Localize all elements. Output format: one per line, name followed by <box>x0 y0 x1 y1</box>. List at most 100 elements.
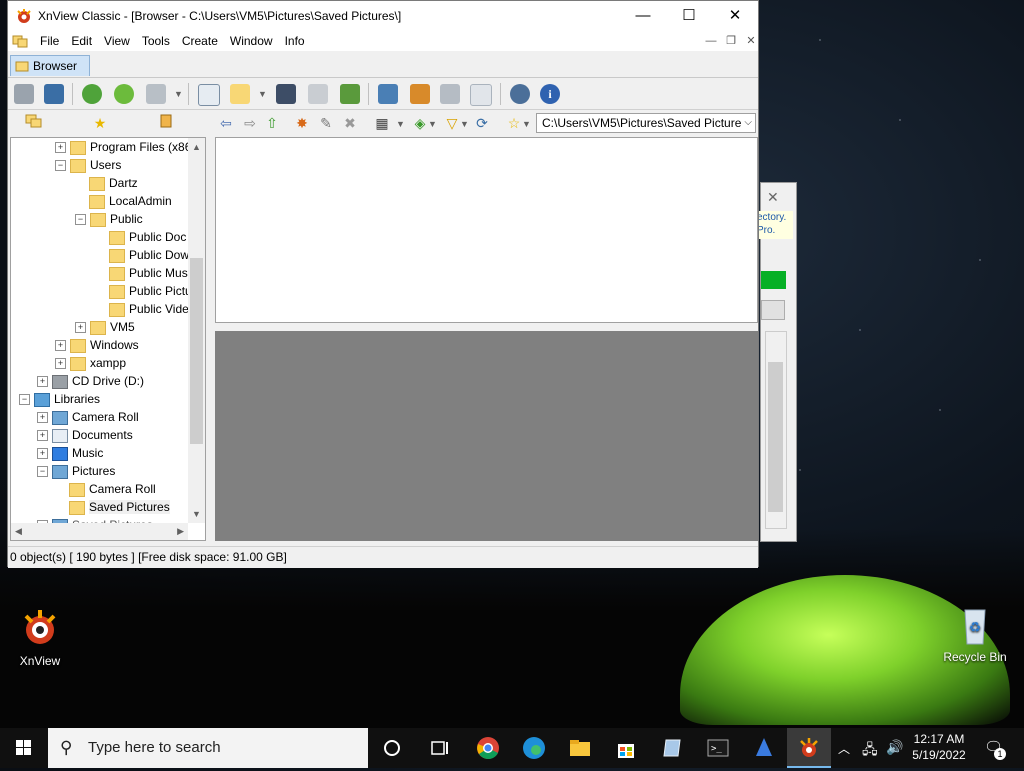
tree-item[interactable]: + Program Files (x86 <box>55 138 191 156</box>
settings-gear-icon[interactable] <box>508 82 532 106</box>
network-icon[interactable]: 🖧 <box>862 739 878 763</box>
tree-item[interactable]: Public Mus <box>109 264 188 282</box>
delete-icon[interactable]: ✖ <box>340 113 360 133</box>
expand-icon[interactable]: + <box>75 322 86 334</box>
expand-icon[interactable]: + <box>55 340 66 352</box>
rename-icon[interactable]: ✎ <box>316 113 336 133</box>
terminal-icon[interactable]: >_ <box>706 736 730 760</box>
compare-icon[interactable] <box>438 82 462 106</box>
menu-create[interactable]: Create <box>176 31 224 51</box>
volume-icon[interactable]: 🔊 <box>886 739 903 756</box>
chevron-down-icon[interactable]: ⌵ <box>744 114 752 132</box>
scroll-right-icon[interactable]: ▶ <box>177 526 184 537</box>
tree-item[interactable]: + Camera Roll <box>37 408 139 426</box>
app-blue-icon[interactable] <box>752 736 776 760</box>
chevron-down-icon[interactable]: ▼ <box>396 119 405 129</box>
chevron-down-icon[interactable]: ▼ <box>522 119 531 129</box>
tab-browser[interactable]: Browser <box>10 55 90 76</box>
cortana-icon[interactable] <box>380 736 404 760</box>
forward-arrow-icon[interactable]: ⇨ <box>240 113 260 133</box>
menu-window[interactable]: Window <box>224 31 279 51</box>
tree-item[interactable]: + VM5 <box>75 318 135 336</box>
folders-tab-icon[interactable] <box>24 113 44 133</box>
chrome-icon[interactable] <box>476 736 500 760</box>
find-icon[interactable] <box>274 82 298 106</box>
acquire-icon[interactable] <box>144 82 168 106</box>
browser-menu-icon[interactable] <box>12 34 32 48</box>
tree-item[interactable]: + CD Drive (D:) <box>37 372 144 390</box>
clock[interactable]: 12:17 AM 5/19/2022 <box>906 731 972 763</box>
close-icon[interactable]: ✕ <box>767 189 779 206</box>
tree-item[interactable]: Public Doc <box>109 228 186 246</box>
tree-item[interactable]: − Libraries <box>19 390 100 408</box>
chevron-down-icon[interactable]: ▼ <box>428 119 437 129</box>
tree-item[interactable]: Public Dow <box>109 246 189 264</box>
tree-item[interactable]: Camera Roll <box>69 480 156 498</box>
tree-horizontal-scrollbar[interactable]: ◀ ▶ <box>11 523 188 540</box>
tree-item[interactable]: + xampp <box>55 354 126 372</box>
scroll-up-icon[interactable]: ▲ <box>192 142 201 152</box>
title-bar[interactable]: XnView Classic - [Browser - C:\Users\VM5… <box>8 1 758 31</box>
menu-file[interactable]: File <box>34 31 65 51</box>
tree-item[interactable]: − Pictures <box>37 462 115 480</box>
fit-window-icon[interactable] <box>42 82 66 106</box>
print-icon[interactable] <box>306 82 330 106</box>
path-combobox[interactable]: C:\Users\VM5\Pictures\Saved Picture ⌵ <box>536 113 756 133</box>
tree-vertical-scrollbar[interactable]: ▲ ▼ <box>188 138 205 523</box>
expand-icon[interactable]: + <box>37 376 48 388</box>
desktop-icon-xnview[interactable]: XnView <box>0 606 80 668</box>
dialog-button[interactable] <box>761 300 785 320</box>
desktop-icon-recycle-bin[interactable]: ♻ Recycle Bin <box>935 602 1015 664</box>
screen-capture-icon[interactable] <box>376 82 400 106</box>
maximize-button[interactable]: ☐ <box>666 1 712 31</box>
tree-item[interactable]: − Users <box>55 156 121 174</box>
info-icon[interactable]: i <box>538 82 562 106</box>
task-view-icon[interactable] <box>428 736 452 760</box>
menu-tools[interactable]: Tools <box>136 31 176 51</box>
chevron-up-icon[interactable]: ︿ <box>838 740 850 757</box>
scroll-thumb[interactable] <box>190 258 203 444</box>
expand-icon[interactable]: + <box>37 448 48 460</box>
folder-tree[interactable]: + Program Files (x86 − Users Dartz LocalAd… <box>10 137 206 541</box>
categories-tab-icon[interactable] <box>156 113 176 133</box>
tree-item[interactable]: + Music <box>37 444 103 462</box>
expand-icon[interactable]: − <box>19 394 30 406</box>
pane-splitter[interactable] <box>215 323 758 331</box>
store-icon[interactable] <box>614 736 638 760</box>
minimize-button[interactable]: — <box>620 1 666 31</box>
mdi-minimize-icon[interactable]: — <box>704 34 718 48</box>
rotate-icon[interactable] <box>112 82 136 106</box>
edge-icon[interactable] <box>522 736 546 760</box>
contact-sheet-icon[interactable] <box>468 82 492 106</box>
taskbar-search[interactable]: ⚲ Type here to search <box>48 728 368 768</box>
chevron-down-icon[interactable]: ▼ <box>460 119 469 129</box>
sync-icon[interactable]: ⟳ <box>472 113 492 133</box>
tree-item[interactable]: Dartz <box>89 174 138 192</box>
close-button[interactable]: ✕ <box>712 1 758 31</box>
filter-icon[interactable]: ▽ <box>442 113 462 133</box>
bookmark-star-icon[interactable]: ☆ <box>504 113 524 133</box>
mdi-close-icon[interactable]: ✕ <box>744 34 758 48</box>
open-folder-icon[interactable] <box>228 82 252 106</box>
expand-icon[interactable]: + <box>55 358 66 370</box>
tree-item[interactable]: + Windows <box>55 336 139 354</box>
tree-item[interactable]: + Documents <box>37 426 133 444</box>
expand-icon[interactable]: + <box>37 430 48 442</box>
properties-icon[interactable] <box>196 82 220 106</box>
menu-edit[interactable]: Edit <box>65 31 98 51</box>
convert-icon[interactable] <box>338 82 362 106</box>
up-folder-icon[interactable]: ⇧ <box>262 113 282 133</box>
view-mode-icon[interactable]: ▦ <box>372 113 392 133</box>
scroll-left-icon[interactable]: ◀ <box>15 526 22 537</box>
tree-item[interactable]: Public Pictu <box>109 282 192 300</box>
file-explorer-icon[interactable] <box>568 736 592 760</box>
back-arrow-icon[interactable]: ⇦ <box>216 113 236 133</box>
expand-icon[interactable]: + <box>55 142 66 154</box>
tree-item[interactable]: Public Vide <box>109 300 189 318</box>
menu-view[interactable]: View <box>98 31 136 51</box>
expand-icon[interactable]: − <box>37 466 48 478</box>
scroll-down-icon[interactable]: ▼ <box>192 509 201 519</box>
mdi-restore-icon[interactable]: ❐ <box>724 34 738 48</box>
expand-icon[interactable]: + <box>37 412 48 424</box>
xnview-taskbar-button[interactable] <box>787 728 831 768</box>
